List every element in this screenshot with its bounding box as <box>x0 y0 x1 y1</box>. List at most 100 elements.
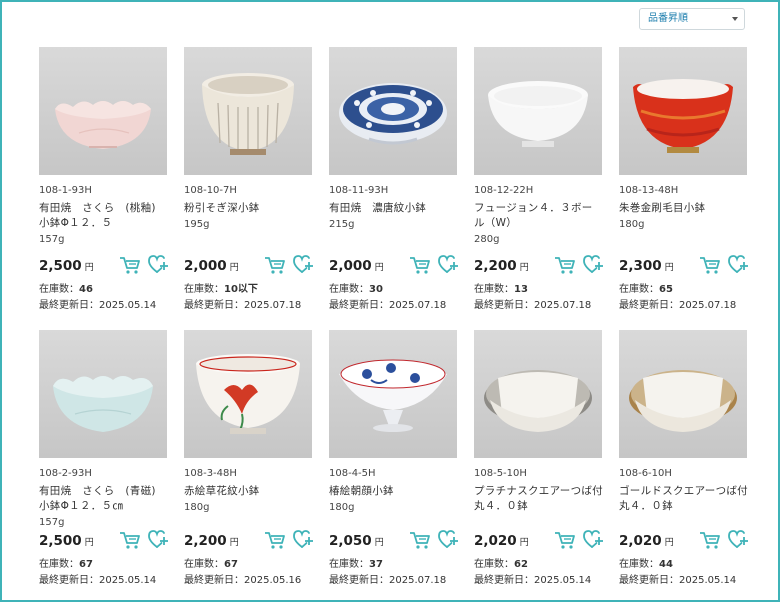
add-favorite-icon[interactable] <box>582 253 604 275</box>
stock-label: 在庫数： <box>184 559 224 570</box>
updated-label: 最終更新日： <box>184 575 244 586</box>
product-price: 2,000 円 <box>184 258 239 274</box>
product-price: 2,020 円 <box>619 533 674 549</box>
updated-label: 最終更新日： <box>619 300 679 311</box>
product-weight: 180g <box>329 502 355 513</box>
product-name[interactable]: 有田焼 さくら (青磁) 小鉢Φ１２．５㎝ <box>39 484 168 514</box>
product-image[interactable] <box>474 330 602 458</box>
product-name[interactable]: 有田焼 濃唐紋小鉢 <box>329 201 458 216</box>
updated-line: 最終更新日：2025.07.18 <box>619 298 748 314</box>
product-card: 108-12-22H フュージョン４．３ボール（W） 280g 2,200 円 在… <box>474 47 603 327</box>
stock-label: 在庫数： <box>329 284 369 295</box>
stock-label: 在庫数： <box>39 559 79 570</box>
product-name[interactable]: ゴールドスクエアーつば付 丸４．０鉢 <box>619 484 758 514</box>
updated-line: 最終更新日：2025.05.16 <box>184 573 313 589</box>
updated-line: 最終更新日：2025.05.14 <box>39 298 168 314</box>
sort-order-select[interactable]: 品番昇順 <box>639 8 745 30</box>
stock-value: 62 <box>514 559 528 570</box>
product-price: 2,300 円 <box>619 258 674 274</box>
updated-value: 2025.07.18 <box>389 300 447 311</box>
yen-label: 円 <box>519 263 529 273</box>
add-favorite-icon[interactable] <box>437 253 459 275</box>
add-favorite-icon[interactable] <box>147 253 169 275</box>
updated-label: 最終更新日： <box>39 575 99 586</box>
stock-line: 在庫数：46 <box>39 282 168 298</box>
add-to-cart-icon[interactable] <box>409 530 431 550</box>
product-footer: 2,050 円 在庫数：37 最終更新日：2025.07.18 <box>329 530 458 589</box>
chevron-down-icon <box>732 17 738 21</box>
updated-value: 2025.07.18 <box>244 300 302 311</box>
product-image[interactable] <box>619 330 747 458</box>
product-card: 108-10-7H 粉引そぎ深小鉢 195g 2,000 円 在庫数：10以下 最… <box>184 47 313 327</box>
product-footer: 2,500 円 在庫数：67 最終更新日：2025.05.14 <box>39 530 168 589</box>
add-to-cart-icon[interactable] <box>409 255 431 275</box>
stock-line: 在庫数：62 <box>474 557 603 573</box>
product-footer: 2,200 円 在庫数：13 最終更新日：2025.07.18 <box>474 255 603 314</box>
add-to-cart-icon[interactable] <box>699 530 721 550</box>
updated-line: 最終更新日：2025.05.14 <box>39 573 168 589</box>
product-image[interactable] <box>184 330 312 458</box>
product-footer: 2,300 円 在庫数：65 最終更新日：2025.07.18 <box>619 255 748 314</box>
add-favorite-icon[interactable] <box>147 528 169 550</box>
product-name[interactable]: 椿絵朝顔小鉢 <box>329 484 458 499</box>
product-name[interactable]: 粉引そぎ深小鉢 <box>184 201 313 216</box>
stock-label: 在庫数： <box>474 284 514 295</box>
product-weight: 157g <box>39 234 65 245</box>
stock-label: 在庫数： <box>39 284 79 295</box>
add-favorite-icon[interactable] <box>727 528 749 550</box>
add-to-cart-icon[interactable] <box>264 255 286 275</box>
stock-line: 在庫数：37 <box>329 557 458 573</box>
product-name[interactable]: 有田焼 さくら (桃釉) 小鉢Φ１２．５ <box>39 201 168 231</box>
product-card: 108-11-93H 有田焼 濃唐紋小鉢 215g 2,000 円 在庫数：30 … <box>329 47 458 327</box>
product-name[interactable]: フュージョン４．３ボール（W） <box>474 201 603 231</box>
product-card: 108-3-48H 赤絵草花紋小鉢 180g 2,200 円 在庫数：67 最終更… <box>184 330 313 600</box>
product-code: 108-5-10H <box>474 468 527 479</box>
stock-label: 在庫数： <box>329 559 369 570</box>
yen-label: 円 <box>374 263 384 273</box>
stock-line: 在庫数：67 <box>184 557 313 573</box>
product-image[interactable] <box>39 47 167 175</box>
stock-value: 30 <box>369 284 383 295</box>
product-image[interactable] <box>329 47 457 175</box>
product-image[interactable] <box>474 47 602 175</box>
product-footer: 2,000 円 在庫数：10以下 最終更新日：2025.07.18 <box>184 255 313 314</box>
add-favorite-icon[interactable] <box>437 528 459 550</box>
updated-value: 2025.05.14 <box>99 575 157 586</box>
add-to-cart-icon[interactable] <box>264 530 286 550</box>
updated-label: 最終更新日： <box>474 575 534 586</box>
add-favorite-icon[interactable] <box>292 253 314 275</box>
add-favorite-icon[interactable] <box>582 528 604 550</box>
stock-line: 在庫数：13 <box>474 282 603 298</box>
product-price: 2,500 円 <box>39 533 94 549</box>
add-to-cart-icon[interactable] <box>119 530 141 550</box>
product-card: 108-6-10H ゴールドスクエアーつば付 丸４．０鉢 2,020 円 在庫数：… <box>619 330 758 600</box>
yen-label: 円 <box>229 538 239 548</box>
add-to-cart-icon[interactable] <box>119 255 141 275</box>
product-image[interactable] <box>39 330 167 458</box>
add-to-cart-icon[interactable] <box>699 255 721 275</box>
product-name[interactable]: プラチナスクエアーつば付 丸４．０鉢 <box>474 484 613 514</box>
updated-label: 最終更新日： <box>39 300 99 311</box>
add-favorite-icon[interactable] <box>727 253 749 275</box>
stock-label: 在庫数： <box>184 284 224 295</box>
product-name[interactable]: 赤絵草花紋小鉢 <box>184 484 313 499</box>
updated-label: 最終更新日： <box>329 300 389 311</box>
product-card: 108-1-93H 有田焼 さくら (桃釉) 小鉢Φ１２．５ 157g 2,50… <box>39 47 168 327</box>
product-image[interactable] <box>329 330 457 458</box>
updated-value: 2025.05.16 <box>244 575 302 586</box>
updated-label: 最終更新日： <box>184 300 244 311</box>
product-code: 108-3-48H <box>184 468 237 479</box>
add-to-cart-icon[interactable] <box>554 255 576 275</box>
product-image[interactable] <box>184 47 312 175</box>
stock-line: 在庫数：67 <box>39 557 168 573</box>
product-card: 108-4-5H 椿絵朝顔小鉢 180g 2,050 円 在庫数：37 最終更新日… <box>329 330 458 600</box>
product-price: 2,200 円 <box>474 258 529 274</box>
add-to-cart-icon[interactable] <box>554 530 576 550</box>
yen-label: 円 <box>229 263 239 273</box>
updated-line: 最終更新日：2025.05.14 <box>474 573 603 589</box>
product-weight: 195g <box>184 219 210 230</box>
product-code: 108-1-93H <box>39 185 92 196</box>
product-name[interactable]: 朱巻金刷毛目小鉢 <box>619 201 748 216</box>
product-image[interactable] <box>619 47 747 175</box>
add-favorite-icon[interactable] <box>292 528 314 550</box>
